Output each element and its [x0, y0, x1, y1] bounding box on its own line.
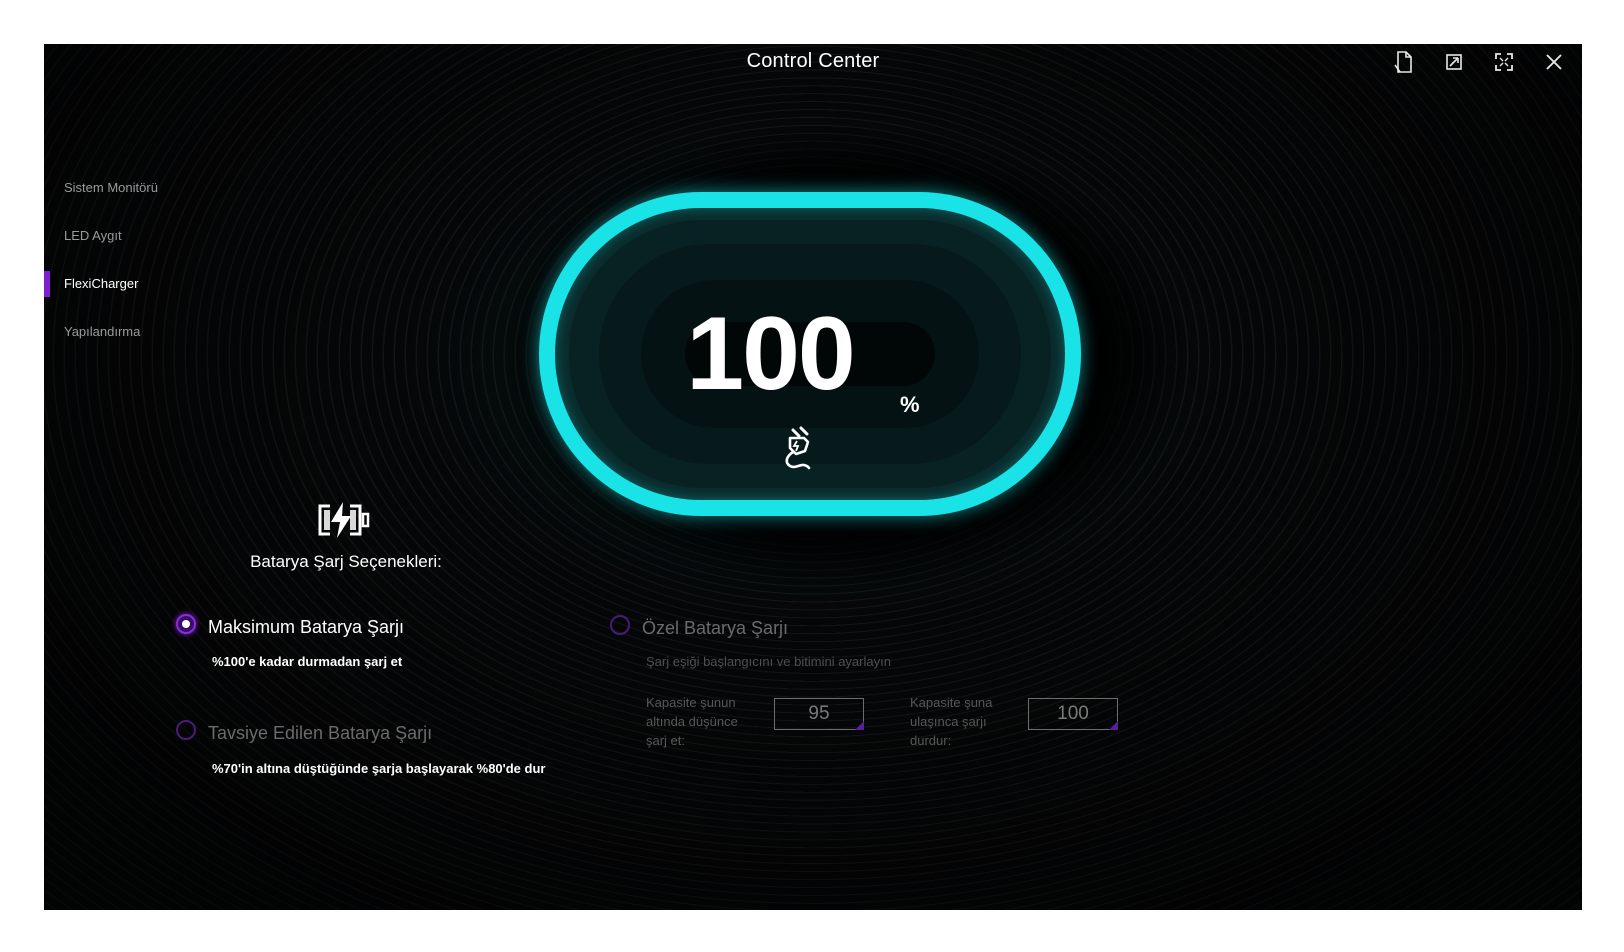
recommended-charge-radio[interactable]	[176, 720, 196, 740]
sidebar-item-label: LED Aygıt	[64, 228, 122, 243]
fullscreen-icon[interactable]	[1490, 48, 1518, 76]
close-icon[interactable]	[1540, 48, 1568, 76]
sidebar-item-label: Yapılandırma	[64, 324, 141, 339]
plug-icon	[780, 426, 820, 470]
battery-charge-icon	[316, 500, 372, 540]
help-doc-icon[interactable]	[1390, 48, 1418, 76]
recommended-charge-label[interactable]: Tavsiye Edilen Batarya Şarjı	[208, 723, 432, 744]
charge-start-label: Kapasite şunun altında düşünce şarj et:	[646, 695, 738, 748]
recommended-charge-description: %70'in altına düştüğünde şarja başlayara…	[212, 761, 546, 776]
window-controls	[1390, 48, 1568, 76]
window-title: Control Center	[746, 50, 880, 72]
charge-start-input[interactable]: 95	[774, 698, 864, 730]
sidebar-item-label: Sistem Monitörü	[64, 180, 158, 195]
max-charge-label[interactable]: Maksimum Batarya Şarjı	[208, 617, 404, 638]
custom-charge-description: Şarj eşiği başlangıcını ve bitimini ayar…	[646, 654, 891, 669]
charge-stop-input[interactable]: 100	[1028, 698, 1118, 730]
sidebar-item-flexicharger[interactable]: FlexiCharger	[44, 260, 244, 308]
options-title: Batarya Şarj Seçenekleri:	[250, 552, 442, 571]
sidebar-item-sistem-monitoru[interactable]: Sistem Monitörü	[44, 164, 244, 212]
max-charge-description: %100'e kadar durmadan şarj et	[212, 654, 403, 669]
custom-charge-label[interactable]: Özel Batarya Şarjı	[642, 618, 788, 639]
sidebar-item-led-aygit[interactable]: LED Aygıt	[44, 212, 244, 260]
sidebar-item-label: FlexiCharger	[64, 276, 139, 291]
sidebar-item-yapilandirma[interactable]: Yapılandırma	[44, 308, 244, 356]
control-center-window: Control Center Sistem Monitörü LED Aygıt…	[44, 44, 1582, 910]
restore-icon[interactable]	[1440, 48, 1468, 76]
battery-percent-unit: %	[900, 392, 920, 417]
custom-charge-radio[interactable]	[610, 615, 630, 635]
battery-percent-value: 100	[686, 296, 856, 412]
sidebar: Sistem Monitörü LED Aygıt FlexiCharger Y…	[44, 164, 244, 356]
max-charge-radio[interactable]	[176, 614, 196, 634]
charge-stop-label: Kapasite şuna ulaşınca şarjı durdur:	[910, 695, 993, 748]
